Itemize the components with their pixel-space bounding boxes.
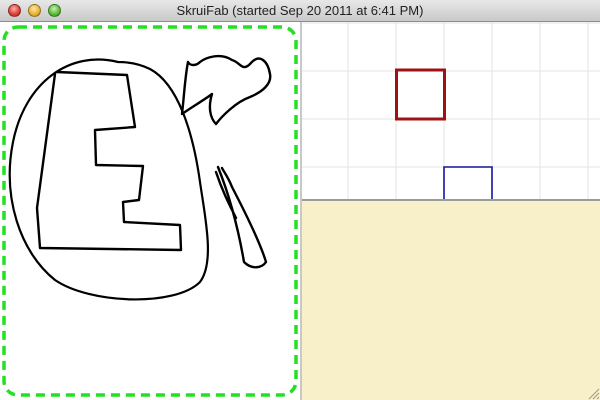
red-square-shape[interactable] bbox=[395, 68, 446, 121]
grid-preview-pane[interactable] bbox=[302, 22, 600, 201]
ink-stroke-top-right-scribble[interactable] bbox=[180, 54, 272, 126]
window-title: SkruiFab (started Sep 20 2011 at 6:41 PM… bbox=[176, 3, 424, 18]
selection-rectangle[interactable] bbox=[2, 25, 298, 397]
blue-square-shape[interactable] bbox=[443, 166, 493, 199]
title-bar[interactable]: SkruiFab (started Sep 20 2011 at 6:41 PM… bbox=[0, 0, 600, 22]
tan-workspace-pane[interactable] bbox=[302, 201, 600, 400]
grid-lines bbox=[302, 22, 600, 199]
sketch-canvas[interactable] bbox=[0, 22, 300, 400]
ink-stroke-right-sliver[interactable] bbox=[214, 165, 268, 269]
ink-stroke-letter-e[interactable] bbox=[35, 70, 183, 252]
resize-grip-icon[interactable] bbox=[586, 386, 600, 400]
ink-stroke-outer-loop[interactable] bbox=[8, 58, 209, 301]
